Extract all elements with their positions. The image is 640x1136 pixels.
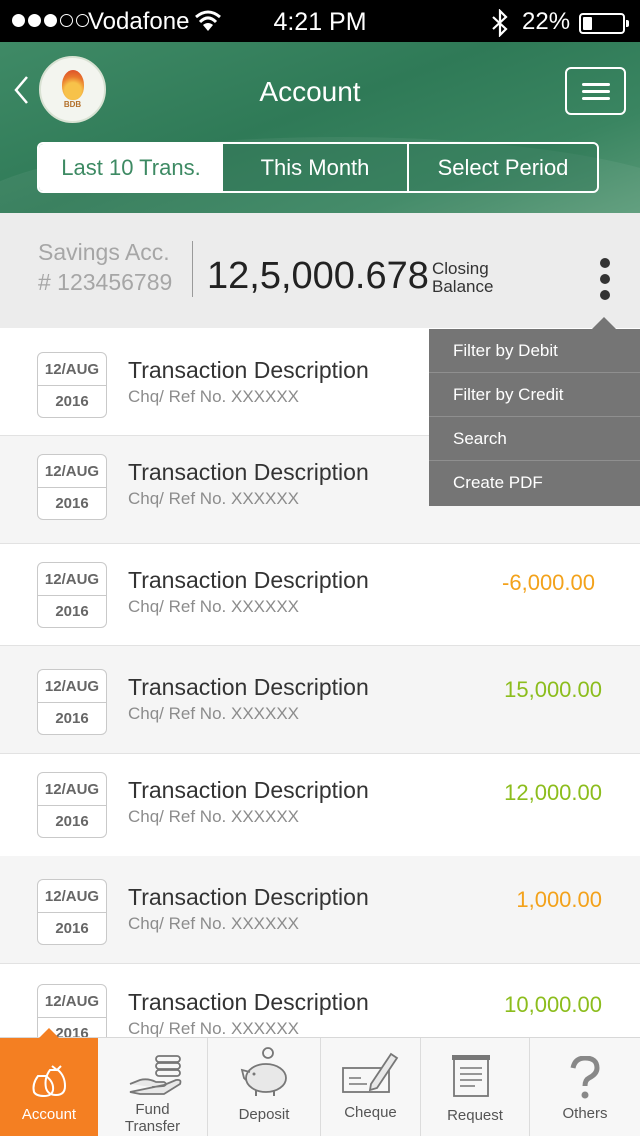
nav-label: Account bbox=[21, 1106, 77, 1123]
closing-label-line2: Balance bbox=[432, 277, 494, 296]
date-year: 2016 bbox=[55, 495, 89, 512]
dropdown-caret bbox=[592, 317, 616, 329]
table-row[interactable]: 12/AUG 2016 Transaction Description Chq/… bbox=[0, 856, 640, 964]
date-year: 2016 bbox=[55, 393, 89, 410]
balance-amount: 12,5,000.678 bbox=[207, 255, 429, 297]
date-year: 2016 bbox=[55, 603, 89, 620]
question-mark-icon bbox=[570, 1056, 600, 1099]
nav-label-line2: Transfer bbox=[124, 1118, 181, 1135]
transaction-description: Transaction Description bbox=[128, 674, 369, 700]
date-badge: 12/AUG 2016 bbox=[37, 772, 107, 838]
account-number: # 123456789 bbox=[38, 269, 173, 295]
tab-this-month[interactable]: This Month bbox=[223, 144, 409, 191]
date-badge: 12/AUG 2016 bbox=[37, 669, 107, 735]
date-day-month: 12/AUG bbox=[38, 455, 106, 488]
date-day-month: 12/AUG bbox=[38, 880, 106, 913]
date-year: 2016 bbox=[55, 710, 89, 727]
transaction-description: Transaction Description bbox=[128, 567, 369, 593]
nav-label: Request bbox=[447, 1107, 503, 1124]
transaction-description: Transaction Description bbox=[128, 459, 369, 485]
account-summary: Savings Acc. # 123456789 12,5,000.678 Cl… bbox=[0, 213, 640, 328]
transaction-ref: Chq/ Ref No. XXXXXX bbox=[128, 704, 300, 723]
date-day-month: 12/AUG bbox=[38, 773, 106, 806]
app-header: BDB Account Last 10 Trans. This Month Se… bbox=[0, 42, 640, 213]
nav-label: Others bbox=[562, 1105, 608, 1122]
transaction-description: Transaction Description bbox=[128, 884, 369, 910]
money-bags-icon bbox=[32, 1065, 67, 1098]
transaction-ref: Chq/ Ref No. XXXXXX bbox=[128, 914, 300, 933]
date-badge: 12/AUG 2016 bbox=[37, 454, 107, 520]
menu-item-filter-credit[interactable]: Filter by Credit bbox=[429, 373, 640, 417]
nav-account[interactable]: Account bbox=[0, 1028, 98, 1136]
transaction-description: Transaction Description bbox=[128, 777, 369, 803]
hamburger-menu-button[interactable] bbox=[565, 67, 626, 115]
nav-deposit[interactable]: Deposit bbox=[208, 1038, 321, 1136]
table-row[interactable]: 12/AUG 2016 Transaction Description Chq/… bbox=[0, 752, 640, 860]
date-day-month: 12/AUG bbox=[38, 985, 106, 1018]
more-options-icon[interactable] bbox=[596, 258, 614, 300]
period-tabs: Last 10 Trans. This Month Select Period bbox=[37, 142, 599, 193]
nav-cheque[interactable]: Cheque bbox=[321, 1038, 421, 1136]
closing-label-line1: Closing bbox=[432, 259, 489, 278]
table-row[interactable]: 12/AUG 2016 Transaction Description Chq/… bbox=[0, 538, 640, 646]
document-icon bbox=[452, 1055, 490, 1097]
closing-balance-label: Closing Balance bbox=[432, 260, 512, 296]
divider bbox=[192, 241, 193, 297]
transaction-ref: Chq/ Ref No. XXXXXX bbox=[128, 597, 300, 616]
date-day-month: 12/AUG bbox=[38, 670, 106, 703]
transaction-amount: 15,000.00 bbox=[504, 677, 602, 702]
page-title: Account bbox=[259, 76, 361, 107]
nav-request[interactable]: Request bbox=[421, 1038, 530, 1136]
nav-label: Cheque bbox=[344, 1104, 397, 1121]
nav-fund-transfer[interactable]: Fund Transfer bbox=[98, 1038, 208, 1136]
transaction-description: Transaction Description bbox=[128, 989, 369, 1015]
options-dropdown: Filter by Debit Filter by Credit Search … bbox=[429, 317, 640, 506]
cheque-pen-icon bbox=[342, 1052, 399, 1093]
nav-others[interactable]: Others bbox=[530, 1038, 640, 1136]
date-badge: 12/AUG 2016 bbox=[37, 879, 107, 945]
transaction-ref: Chq/ Ref No. XXXXXX bbox=[128, 387, 300, 406]
transaction-amount: 10,000.00 bbox=[504, 992, 602, 1017]
date-day-month: 12/AUG bbox=[38, 353, 106, 386]
table-row[interactable]: 12/AUG 2016 Transaction Description Chq/… bbox=[0, 646, 640, 754]
status-bar: Vodafone 4:21 PM 22% bbox=[0, 0, 640, 42]
active-caret bbox=[38, 1028, 60, 1039]
transaction-ref: Chq/ Ref No. XXXXXX bbox=[128, 807, 300, 826]
piggy-bank-icon bbox=[240, 1047, 287, 1096]
hand-coins-icon bbox=[129, 1055, 182, 1095]
transaction-amount: 12,000.00 bbox=[504, 780, 602, 805]
battery-percentage: 22% bbox=[522, 8, 571, 35]
account-type: Savings Acc. bbox=[38, 239, 170, 265]
bottom-nav: Account Fund Transfer Deposit Cheque Req… bbox=[0, 1028, 640, 1136]
menu-item-search[interactable]: Search bbox=[429, 417, 640, 461]
nav-label: Deposit bbox=[238, 1106, 290, 1123]
menu-item-create-pdf[interactable]: Create PDF bbox=[429, 461, 640, 506]
bluetooth-icon bbox=[492, 9, 508, 37]
menu-item-filter-debit[interactable]: Filter by Debit bbox=[429, 329, 640, 373]
date-day-month: 12/AUG bbox=[38, 563, 106, 596]
date-year: 2016 bbox=[55, 813, 89, 830]
transaction-amount: -6,000.00 bbox=[502, 570, 595, 595]
tab-last-10-trans[interactable]: Last 10 Trans. bbox=[39, 144, 223, 191]
date-badge: 12/AUG 2016 bbox=[37, 562, 107, 628]
transaction-description: Transaction Description bbox=[128, 357, 369, 383]
date-year: 2016 bbox=[55, 920, 89, 937]
transaction-ref: Chq/ Ref No. XXXXXX bbox=[128, 1019, 300, 1038]
battery-icon bbox=[579, 13, 629, 34]
transaction-ref: Chq/ Ref No. XXXXXX bbox=[128, 489, 300, 508]
nav-label-line1: Fund bbox=[135, 1101, 170, 1118]
transaction-amount: 1,000.00 bbox=[516, 887, 602, 912]
tab-select-period[interactable]: Select Period bbox=[409, 144, 597, 191]
date-badge: 12/AUG 2016 bbox=[37, 352, 107, 418]
